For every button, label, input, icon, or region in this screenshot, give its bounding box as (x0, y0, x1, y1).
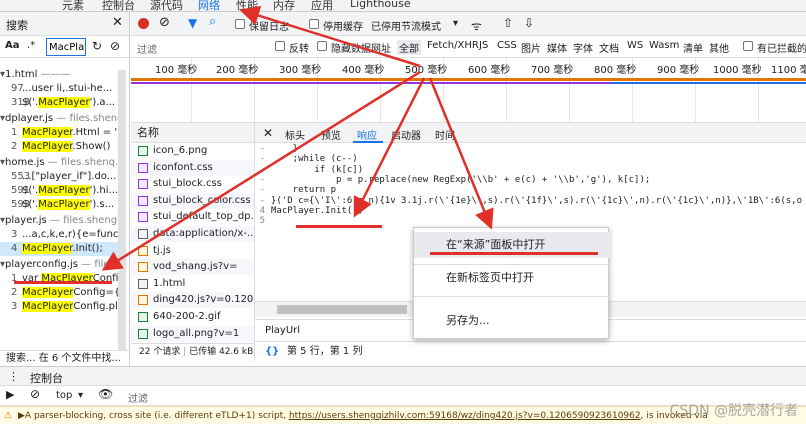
arrow-to-network-tab (239, 5, 421, 68)
annotation-underline (14, 281, 112, 284)
arrow-to-search-result (101, 70, 421, 271)
annotation-underline (296, 225, 382, 228)
annotation-arrows (101, 5, 494, 271)
annotation-underline (430, 252, 598, 255)
arrow-to-code (353, 77, 426, 218)
arrow-to-context-menu (428, 77, 494, 230)
